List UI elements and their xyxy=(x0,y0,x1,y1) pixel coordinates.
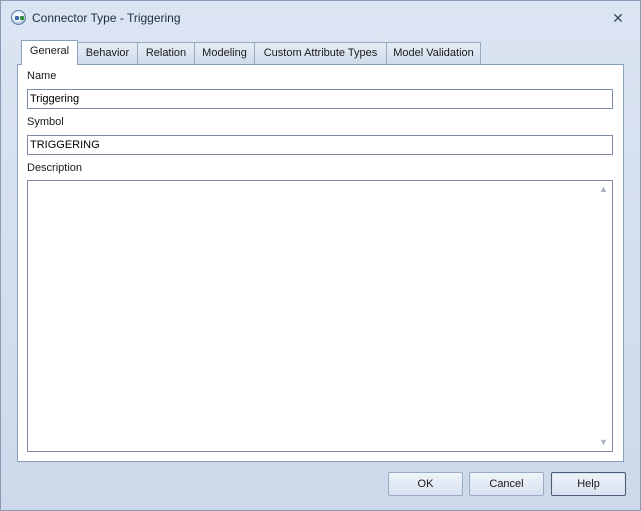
name-label: Name xyxy=(27,70,57,82)
symbol-label: Symbol xyxy=(27,116,64,128)
help-button[interactable]: Help xyxy=(551,472,626,496)
scroll-down-icon[interactable]: ▼ xyxy=(595,434,612,451)
description-text xyxy=(28,181,612,185)
tab-relation[interactable]: Relation xyxy=(137,42,195,64)
name-field[interactable]: Triggering xyxy=(27,89,613,109)
general-panel: Name Triggering Symbol TRIGGERING Descri… xyxy=(17,64,624,462)
tab-custom-attribute-types[interactable]: Custom Attribute Types xyxy=(254,42,387,64)
cancel-button[interactable]: Cancel xyxy=(469,472,544,496)
close-icon[interactable]: ✕ xyxy=(611,11,625,25)
symbol-field[interactable]: TRIGGERING xyxy=(27,135,613,155)
description-scrollbar[interactable]: ▲ ▼ xyxy=(595,181,612,451)
description-textarea[interactable]: ▲ ▼ xyxy=(27,180,613,452)
dialog-window: Connector Type - Triggering ✕ General Be… xyxy=(0,0,641,511)
description-label: Description xyxy=(27,162,83,174)
tab-general[interactable]: General xyxy=(21,40,78,65)
tab-modeling[interactable]: Modeling xyxy=(194,42,255,64)
window-title: Connector Type - Triggering xyxy=(32,11,181,25)
ok-button[interactable]: OK xyxy=(388,472,463,496)
tab-model-validation[interactable]: Model Validation xyxy=(386,42,481,64)
tab-behavior[interactable]: Behavior xyxy=(77,42,138,64)
scroll-up-icon[interactable]: ▲ xyxy=(595,181,612,198)
title-bar[interactable]: Connector Type - Triggering ✕ xyxy=(1,1,640,35)
connector-type-icon xyxy=(11,10,26,25)
